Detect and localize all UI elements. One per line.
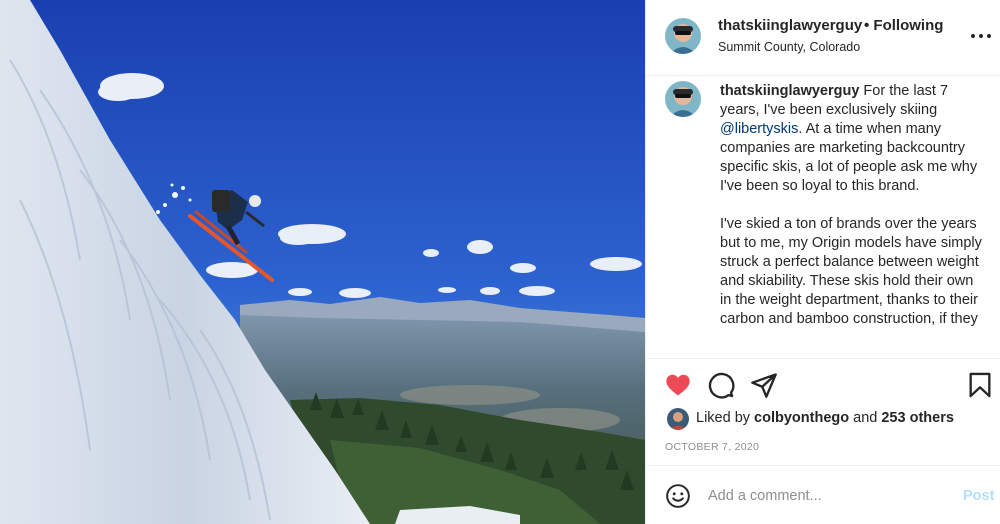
liker-avatar[interactable] [667, 408, 689, 430]
likes-middle: and [849, 410, 882, 426]
action-bar [646, 358, 1000, 408]
author-avatar[interactable] [665, 18, 701, 54]
post-photo[interactable] [0, 0, 645, 524]
caption-paragraph-1: thatskiinglawyerguy For the last 7 years… [720, 82, 982, 196]
post-header: thatskiinglawyerguy • Following Summit C… [646, 0, 1000, 76]
likes-text: Liked by colbyonthego and 253 others [696, 410, 954, 426]
share-icon[interactable] [750, 371, 778, 399]
comment-input[interactable] [708, 482, 948, 510]
caption-mention-link[interactable]: @libertyskis [720, 121, 798, 137]
post-caption: thatskiinglawyerguy For the last 7 years… [720, 82, 982, 329]
caption-avatar[interactable] [665, 81, 701, 117]
caption-username[interactable]: thatskiinglawyerguy [720, 83, 859, 99]
post-location[interactable]: Summit County, Colorado [718, 40, 860, 54]
liker-username[interactable]: colbyonthego [754, 410, 849, 426]
post-side-panel: thatskiinglawyerguy • Following Summit C… [645, 0, 1000, 524]
likes-row: Liked by colbyonthego and 253 others [646, 404, 1000, 434]
following-button[interactable]: • Following [864, 17, 943, 34]
more-options-icon[interactable] [969, 26, 993, 46]
likes-others-link[interactable]: 253 others [881, 410, 954, 426]
author-username[interactable]: thatskiinglawyerguy [718, 17, 862, 34]
post-comment-button[interactable]: Post [963, 488, 994, 504]
caption-paragraph-2: I've skied a ton of brands over the year… [720, 216, 982, 327]
likes-prefix: Liked by [696, 410, 755, 426]
smiley-icon[interactable] [665, 483, 691, 509]
photo-image [0, 0, 645, 524]
comment-icon[interactable] [707, 371, 735, 399]
bookmark-icon[interactable] [966, 371, 994, 399]
heart-filled-icon[interactable] [664, 371, 692, 399]
caption-area[interactable]: thatskiinglawyerguy For the last 7 years… [646, 77, 1000, 358]
post-date[interactable]: OCTOBER 7, 2020 [665, 441, 759, 453]
comment-box: Post [646, 465, 1000, 524]
